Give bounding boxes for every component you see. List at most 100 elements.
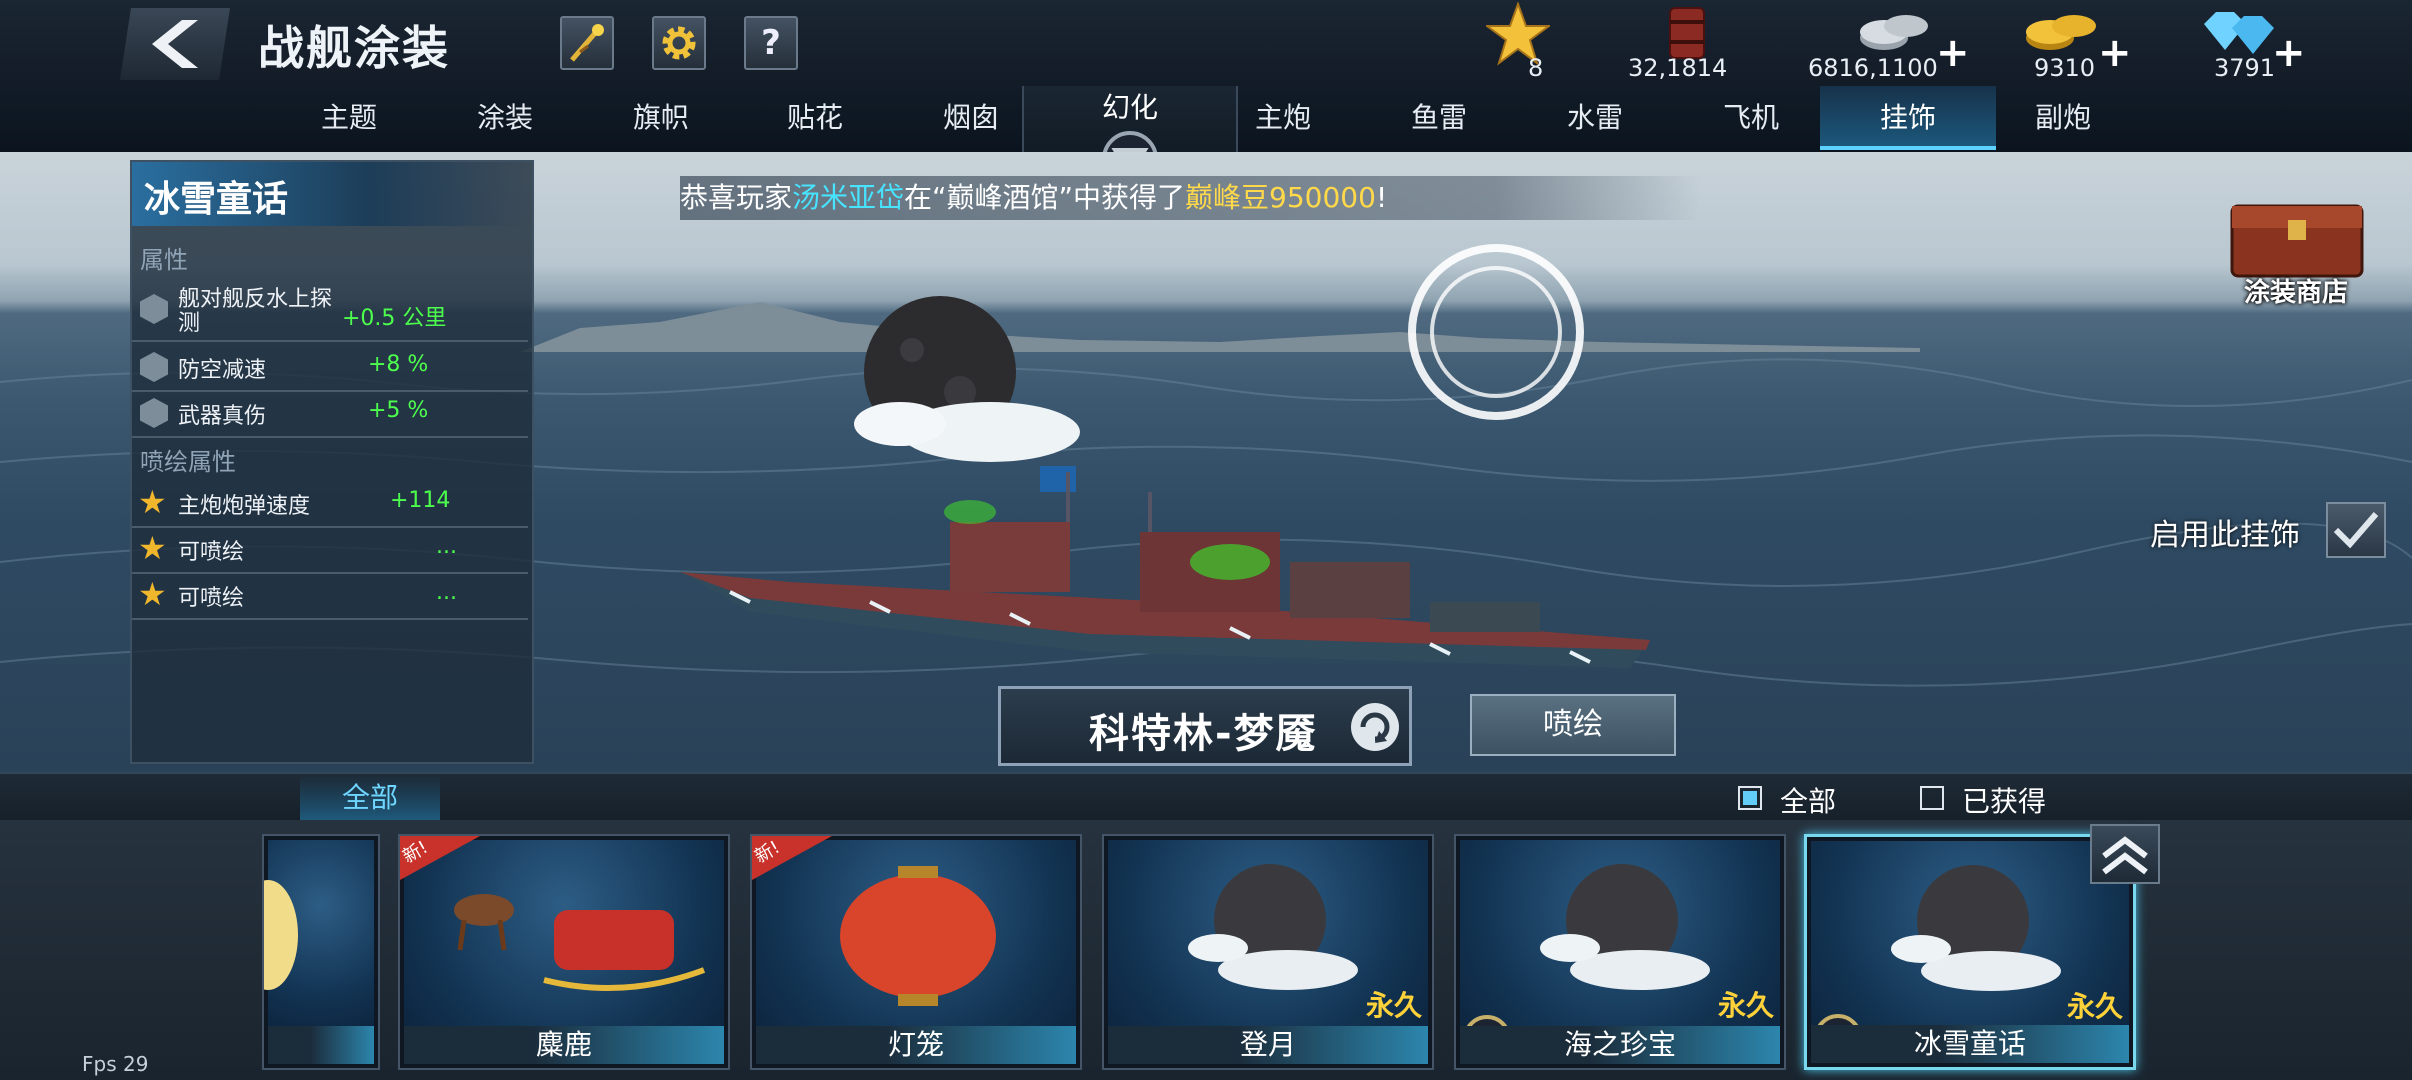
add-silver-button[interactable]: + (1936, 30, 1970, 76)
filter-all-label: 全部 (1780, 785, 1837, 818)
permanent-label: 永久 (1717, 989, 1774, 1022)
add-diamond-button[interactable]: + (2272, 30, 2306, 76)
page-title: 战舰涂装 (258, 21, 450, 75)
double-chevron-up-icon (2102, 836, 2148, 875)
top-bar: 战舰涂装 ? 8 32,1814 6816,1100 + 9310 + 3791… (0, 0, 2412, 88)
stat-row: 防空减速 +8 % (132, 344, 528, 392)
collapse-list-button[interactable] (2090, 824, 2160, 884)
tab-theme[interactable]: 主题 (274, 86, 424, 150)
attribute-hex-icon (140, 398, 168, 428)
switch-ship-icon[interactable] (1349, 701, 1401, 753)
gear-icon (662, 26, 696, 60)
enable-ornament-label: 启用此挂饰 (2150, 518, 2300, 553)
ship-name: 科特林-梦魇 (1089, 711, 1318, 757)
announcement-player: 汤米亚岱 (792, 181, 905, 214)
ornament-card-label: 登月 (1108, 1026, 1428, 1064)
tab-main-gun[interactable]: 主炮 (1208, 86, 1358, 150)
enable-ornament-checkbox[interactable] (2326, 502, 2386, 558)
tab-torpedo[interactable]: 鱼雷 (1364, 86, 1514, 150)
tab-decal[interactable]: 贴花 (740, 86, 890, 150)
attribute-hex-icon (140, 352, 168, 382)
announcement-reward: 巅峰豆950000 (1185, 181, 1376, 214)
stat-value: +114 (390, 488, 451, 513)
paint-shop-button[interactable]: 涂装商店 (2222, 186, 2372, 308)
ornament-card-label (268, 1026, 374, 1064)
filter-all-checkbox[interactable] (1738, 786, 1762, 810)
reindeer-sleigh-icon (454, 894, 706, 991)
stats-title-bar: 冰雪童话 (132, 162, 528, 226)
back-arrow-icon (152, 20, 198, 68)
lamp-icon (264, 880, 298, 990)
resource-diamond: 3791 + (2194, 0, 2306, 86)
ship-selector[interactable]: 科特林-梦魇 (998, 686, 1412, 766)
ornament-card-label: 灯笼 (756, 1026, 1076, 1064)
announcement-banner: 恭喜玩家汤米亚岱在“巅峰酒馆”中获得了巅峰豆950000! (680, 176, 1700, 220)
paint-button[interactable]: 喷绘 (1470, 694, 1676, 756)
stat-row: 舰对舰反水上探测 +0.5 公里 (132, 286, 528, 342)
checkmark-icon (2333, 512, 2379, 549)
tab-aircraft[interactable]: 飞机 (1676, 86, 1826, 150)
stat-name: 防空减速 (178, 358, 267, 383)
filter-option-all[interactable]: 全部 (1738, 774, 1858, 822)
star-icon: ★ (138, 575, 167, 613)
lantern-icon (840, 866, 996, 1006)
filter-tab-all[interactable]: 全部 (300, 774, 440, 822)
filter-option-owned[interactable]: 已获得 (1920, 774, 2060, 822)
ship-preview-scene[interactable]: 冰雪童话 属性 舰对舰反水上探测 +0.5 公里 防空减速 +8 % 武器真伤 … (0, 152, 2412, 772)
stat-value: ... (436, 580, 457, 605)
stat-name: 舰对舰反水上探测 (178, 287, 333, 336)
tab-ornament[interactable]: 挂饰 (1820, 86, 1996, 150)
ornament-card-label: 冰雪童话 (1811, 1025, 2129, 1063)
stat-name: 可喷绘 (178, 540, 245, 565)
ornament-thumbnail (404, 840, 724, 1026)
resource-silver: 6816,1100 + (1808, 0, 1970, 86)
ornament-card[interactable]: 新! 麋鹿 (398, 834, 730, 1070)
announcement-middle: 在“巅峰酒馆”中获得了 (904, 181, 1186, 214)
silver-coins-icon (1860, 15, 1928, 50)
help-button[interactable]: ? (744, 16, 798, 70)
tab-paint[interactable]: 涂装 (430, 86, 580, 150)
stat-name: 可喷绘 (178, 586, 245, 611)
stat-value: +0.5 公里 (342, 306, 447, 331)
ornament-card-selected[interactable]: 永久 冰雪童话 (1804, 834, 2136, 1070)
tab-flag[interactable]: 旗帜 (586, 86, 736, 150)
stat-row: 武器真伤 +5 % (132, 390, 528, 438)
paint-attributes-label: 喷绘属性 (140, 448, 236, 476)
announcement-suffix: ! (1375, 181, 1388, 214)
ornament-name: 冰雪童话 (144, 179, 289, 220)
tab-secondary-gun[interactable]: 副炮 (1988, 86, 2138, 150)
star-icon: ★ (138, 529, 167, 567)
ornament-thumbnail (264, 840, 374, 1026)
ornament-card[interactable]: 新! 灯笼 (750, 834, 1082, 1070)
filter-owned-checkbox[interactable] (1920, 786, 1944, 810)
ornament-card[interactable] (262, 834, 380, 1070)
settings-button[interactable] (652, 16, 706, 70)
permanent-label: 永久 (2066, 990, 2123, 1023)
tab-transform-label: 幻化 (1101, 91, 1158, 124)
resource-oil: 32,1814 (1628, 0, 1758, 86)
ornament-card-label: 海之珍宝 (1460, 1026, 1780, 1064)
add-gold-button[interactable]: + (2098, 30, 2132, 76)
paint-stat-row: ★ 可喷绘 ... (132, 526, 528, 574)
stat-value: +8 % (368, 352, 429, 377)
star-icon: ★ (138, 483, 167, 521)
fps-counter: Fps 29 (82, 1052, 149, 1076)
tab-mine[interactable]: 水雷 (1520, 86, 1670, 150)
ornament-list: 新! 麋鹿 新! 灯笼 永久 登月 永久 海之珍宝 永久 冰雪童话 (0, 820, 2412, 1080)
ornament-thumbnail (756, 840, 1076, 1026)
stat-name: 武器真伤 (178, 404, 267, 429)
chest-icon (2230, 204, 2364, 278)
gold-coins-icon (2026, 15, 2096, 50)
back-button[interactable] (120, 8, 230, 80)
attribute-hex-icon (140, 294, 168, 324)
ornament-card[interactable]: 永久 海之珍宝 (1454, 834, 1786, 1070)
ornament-card-label: 麋鹿 (404, 1026, 724, 1064)
paint-stat-row: ★ 主炮炮弹速度 +114 (132, 480, 528, 528)
permanent-label: 永久 (1365, 989, 1422, 1022)
paint-shop-label: 涂装商店 (2244, 278, 2349, 308)
announcement-prefix: 恭喜玩家 (680, 181, 793, 214)
warship-model (680, 466, 1650, 668)
stat-value: +5 % (368, 398, 429, 423)
ornament-card[interactable]: 永久 登月 (1102, 834, 1434, 1070)
fireworks-button[interactable] (560, 16, 614, 70)
